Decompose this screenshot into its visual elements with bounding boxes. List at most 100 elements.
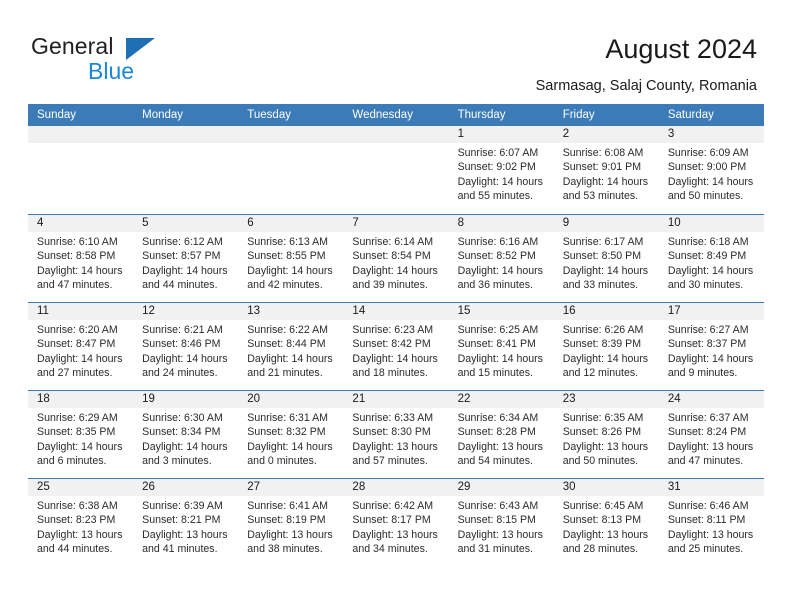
weekday-header-friday: Friday — [562, 109, 595, 121]
day-cell-28[interactable]: 28 Sunrise: 6:42 AM Sunset: 8:17 PM Dayligh… — [343, 479, 449, 566]
daylight-text: Daylight: 14 hours — [37, 440, 123, 453]
sunrise-text: Sunrise: 6:13 AM — [247, 236, 328, 248]
day-cell-24[interactable]: 24 Sunrise: 6:37 AM Sunset: 8:24 PM Dayligh… — [658, 391, 764, 478]
day-number: 5 — [133, 215, 239, 232]
daylight-text: and 38 minutes. — [247, 543, 323, 556]
daylight-text: Daylight: 13 hours — [667, 528, 754, 541]
weekday-header-row: Sunday Monday Tuesday Wednesday Thursday Frid… — [28, 104, 764, 126]
day-cell-13[interactable]: 13 Sunrise: 6:22 AM Sunset: 8:44 PM Dayligh… — [238, 303, 344, 390]
day-cell-3[interactable]: 3 Sunrise: 6:09 AM Sunset: 9:00 PM Daylight… — [658, 126, 764, 214]
sunset-text: Sunset: 8:11 PM — [667, 514, 746, 527]
day-number: 15 — [448, 303, 554, 320]
day-cell-20[interactable]: 20 Sunrise: 6:31 AM Sunset: 8:32 PM Dayligh… — [238, 391, 344, 478]
day-number: 11 — [28, 303, 134, 320]
daylight-text: Daylight: 14 hours — [352, 352, 438, 365]
day-cell-empty — [28, 126, 134, 214]
daylight-text: Daylight: 13 hours — [457, 440, 543, 453]
day-details: Sunrise: 6:10 AM Sunset: 8:58 PM Daylight:… — [28, 232, 133, 293]
sunset-text: Sunset: 9:01 PM — [562, 161, 642, 174]
daylight-text: Daylight: 13 hours — [562, 440, 649, 453]
sunset-text: Sunset: 8:35 PM — [37, 426, 116, 439]
day-cell-21[interactable]: 21 Sunrise: 6:33 AM Sunset: 8:30 PM Dayligh… — [343, 391, 449, 478]
daylight-text: Daylight: 14 hours — [142, 352, 228, 365]
day-cell-14[interactable]: 14 Sunrise: 6:23 AM Sunset: 8:42 PM Dayligh… — [343, 303, 449, 390]
sunrise-text: Sunrise: 6:12 AM — [142, 236, 223, 248]
day-cell-17[interactable]: 17 Sunrise: 6:27 AM Sunset: 8:37 PM Dayligh… — [658, 303, 764, 390]
day-details: Sunrise: 6:39 AM Sunset: 8:21 PM Daylight:… — [133, 496, 238, 557]
sunrise-text: Sunrise: 6:08 AM — [562, 147, 644, 159]
daylight-text: and 54 minutes. — [457, 455, 533, 468]
day-cell-30[interactable]: 30 Sunrise: 6:45 AM Sunset: 8:13 PM Dayligh… — [553, 479, 659, 566]
weekday-header-wednesday: Wednesday — [352, 109, 413, 121]
sunrise-text: Sunrise: 6:16 AM — [457, 236, 539, 248]
sunset-text: Sunset: 8:39 PM — [562, 338, 642, 351]
calendar-week-row: 4 Sunrise: 6:10 AM Sunset: 8:58 PM Daylight… — [28, 214, 764, 302]
day-number: 19 — [133, 391, 239, 408]
day-cell-22[interactable]: 22 Sunrise: 6:34 AM Sunset: 8:28 PM Dayligh… — [448, 391, 554, 478]
day-cell-27[interactable]: 27 Sunrise: 6:41 AM Sunset: 8:19 PM Dayligh… — [238, 479, 344, 566]
daylight-text: Daylight: 14 hours — [142, 440, 228, 453]
day-cell-29[interactable]: 29 Sunrise: 6:43 AM Sunset: 8:15 PM Dayligh… — [448, 479, 554, 566]
brand-name-blue: Blue — [88, 58, 135, 84]
day-number: 18 — [28, 391, 134, 408]
day-details: Sunrise: 6:13 AM Sunset: 8:55 PM Daylight:… — [238, 232, 343, 293]
sunrise-text: Sunrise: 6:33 AM — [352, 412, 434, 424]
day-number: 8 — [448, 215, 554, 232]
day-cell-5[interactable]: 5 Sunrise: 6:12 AM Sunset: 8:57 PM Daylight… — [133, 215, 239, 302]
sunset-text: Sunset: 8:26 PM — [562, 426, 642, 439]
day-cell-4[interactable]: 4 Sunrise: 6:10 AM Sunset: 8:58 PM Daylight… — [28, 215, 134, 302]
calendar-week-row: 18 Sunrise: 6:29 AM Sunset: 8:35 PM Dayligh… — [28, 390, 764, 478]
day-details: Sunrise: 6:45 AM Sunset: 8:13 PM Daylight:… — [554, 496, 659, 557]
day-cell-26[interactable]: 26 Sunrise: 6:39 AM Sunset: 8:21 PM Dayligh… — [133, 479, 239, 566]
day-details — [343, 143, 448, 146]
day-number: 3 — [658, 126, 764, 143]
day-cell-9[interactable]: 9 Sunrise: 6:17 AM Sunset: 8:50 PM Daylight… — [553, 215, 659, 302]
day-cell-7[interactable]: 7 Sunrise: 6:14 AM Sunset: 8:54 PM Daylight… — [343, 215, 449, 302]
day-cell-19[interactable]: 19 Sunrise: 6:30 AM Sunset: 8:34 PM Dayligh… — [133, 391, 239, 478]
day-cell-31[interactable]: 31 Sunrise: 6:46 AM Sunset: 8:11 PM Dayligh… — [658, 479, 764, 566]
sunrise-text: Sunrise: 6:07 AM — [457, 147, 539, 159]
day-cell-10[interactable]: 10 Sunrise: 6:18 AM Sunset: 8:49 PM Dayligh… — [658, 215, 764, 302]
day-cell-12[interactable]: 12 Sunrise: 6:21 AM Sunset: 8:46 PM Dayligh… — [133, 303, 239, 390]
sunrise-text: Sunrise: 6:26 AM — [562, 324, 644, 336]
day-cell-25[interactable]: 25 Sunrise: 6:38 AM Sunset: 8:23 PM Dayligh… — [28, 479, 134, 566]
day-cell-16[interactable]: 16 Sunrise: 6:26 AM Sunset: 8:39 PM Dayligh… — [553, 303, 659, 390]
daylight-text: and 55 minutes. — [457, 190, 533, 203]
sunrise-text: Sunrise: 6:41 AM — [247, 500, 328, 512]
sunset-text: Sunset: 8:13 PM — [562, 514, 642, 527]
sunset-text: Sunset: 8:54 PM — [352, 250, 431, 263]
sunrise-text: Sunrise: 6:43 AM — [457, 500, 539, 512]
day-number: 21 — [343, 391, 449, 408]
day-cell-18[interactable]: 18 Sunrise: 6:29 AM Sunset: 8:35 PM Dayligh… — [28, 391, 134, 478]
day-cell-11[interactable]: 11 Sunrise: 6:20 AM Sunset: 8:47 PM Dayligh… — [28, 303, 134, 390]
daylight-text: Daylight: 14 hours — [247, 440, 333, 453]
daylight-text: and 42 minutes. — [247, 279, 323, 292]
day-cell-15[interactable]: 15 Sunrise: 6:25 AM Sunset: 8:41 PM Dayligh… — [448, 303, 554, 390]
daylight-text: Daylight: 14 hours — [667, 352, 754, 365]
daylight-text: and 44 minutes. — [142, 279, 218, 292]
day-cell-23[interactable]: 23 Sunrise: 6:35 AM Sunset: 8:26 PM Dayligh… — [553, 391, 659, 478]
daylight-text: Daylight: 13 hours — [667, 440, 754, 453]
daylight-text: and 31 minutes. — [457, 543, 533, 556]
daylight-text: and 24 minutes. — [142, 367, 218, 380]
daylight-text: and 34 minutes. — [352, 543, 428, 556]
day-details: Sunrise: 6:18 AM Sunset: 8:49 PM Daylight:… — [659, 232, 764, 293]
day-number: 7 — [343, 215, 449, 232]
calendar-week-row: 1 Sunrise: 6:07 AM Sunset: 9:02 PM Daylight… — [28, 126, 764, 214]
sunset-text: Sunset: 8:42 PM — [352, 338, 431, 351]
day-cell-2[interactable]: 2 Sunrise: 6:08 AM Sunset: 9:01 PM Daylight… — [553, 126, 659, 214]
day-cell-8[interactable]: 8 Sunrise: 6:16 AM Sunset: 8:52 PM Daylight… — [448, 215, 554, 302]
brand-logo[interactable]: General Blue — [31, 33, 241, 84]
day-cell-1[interactable]: 1 Sunrise: 6:07 AM Sunset: 9:02 PM Daylight… — [448, 126, 554, 214]
daylight-text: Daylight: 14 hours — [247, 264, 333, 277]
day-cell-6[interactable]: 6 Sunrise: 6:13 AM Sunset: 8:55 PM Daylight… — [238, 215, 344, 302]
daylight-text: Daylight: 14 hours — [457, 264, 543, 277]
day-number: 27 — [238, 479, 344, 496]
day-number — [238, 126, 344, 143]
daylight-text: and 28 minutes. — [562, 543, 639, 556]
sunrise-text: Sunrise: 6:25 AM — [457, 324, 539, 336]
sunrise-text: Sunrise: 6:29 AM — [37, 412, 118, 424]
day-number: 2 — [553, 126, 659, 143]
day-details: Sunrise: 6:31 AM Sunset: 8:32 PM Daylight:… — [238, 408, 343, 469]
weekday-header-monday: Monday — [142, 109, 184, 121]
